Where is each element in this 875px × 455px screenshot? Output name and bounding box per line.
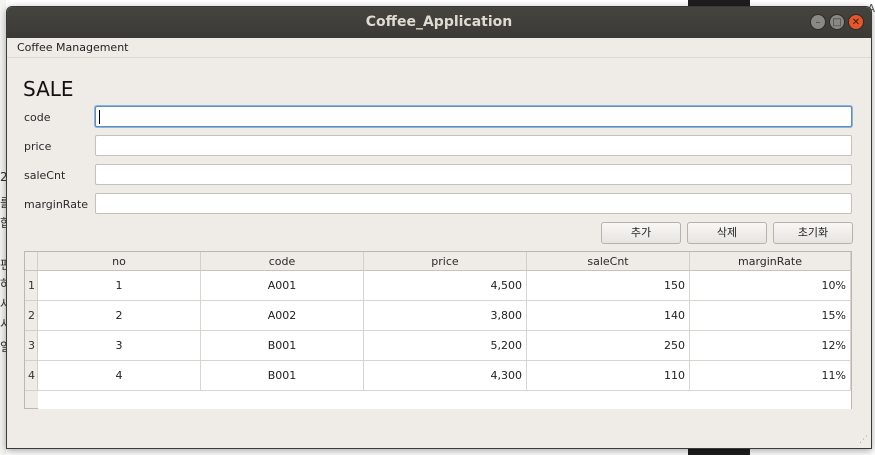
title-bar[interactable]: Coffee_Application – □ ✕	[7, 7, 871, 38]
table-corner[interactable]	[25, 252, 38, 271]
code-label: code	[24, 111, 51, 124]
app-window: Coffee_Application – □ ✕ Coffee Manageme…	[6, 6, 872, 449]
salecnt-field[interactable]	[95, 164, 852, 185]
table-cell-salecnt[interactable]: 250	[527, 331, 690, 361]
row-header[interactable]: 3	[25, 331, 38, 361]
add-button[interactable]: 추가	[601, 222, 681, 244]
resize-grip-icon[interactable]: ⋰	[859, 435, 868, 445]
marginrate-label: marginRate	[24, 198, 89, 211]
code-field[interactable]	[95, 106, 852, 127]
row-header[interactable]: 4	[25, 361, 38, 391]
table-cell-salecnt[interactable]: 150	[527, 271, 690, 301]
window-title: Coffee_Application	[365, 14, 513, 30]
minimize-button[interactable]: –	[810, 14, 826, 30]
delete-button[interactable]: 삭제	[687, 222, 767, 244]
column-header-salecnt[interactable]: saleCnt	[527, 252, 690, 271]
price-label: price	[24, 140, 52, 153]
table-cell-marginrate[interactable]: 10%	[690, 271, 851, 301]
table-cell-price[interactable]: 5,200	[364, 331, 527, 361]
table-cell-no[interactable]: 2	[38, 301, 201, 331]
salecnt-label: saleCnt	[24, 169, 66, 182]
table-cell-no[interactable]: 1	[38, 271, 201, 301]
table-cell-code[interactable]: A002	[201, 301, 364, 331]
sales-table: no code price saleCnt marginRate 1 1 A00…	[24, 251, 852, 409]
table-cell-code[interactable]: A001	[201, 271, 364, 301]
row-header[interactable]: 2	[25, 301, 38, 331]
table-cell-price[interactable]: 4,300	[364, 361, 527, 391]
menu-bar: Coffee Management	[7, 38, 871, 58]
column-header-no[interactable]: no	[38, 252, 201, 271]
close-button[interactable]: ✕	[848, 14, 864, 30]
menu-coffee-management[interactable]: Coffee Management	[17, 41, 128, 54]
table-cell-marginrate[interactable]: 12%	[690, 331, 851, 361]
table-cell-marginrate[interactable]: 11%	[690, 361, 851, 391]
table-cell-price[interactable]: 4,500	[364, 271, 527, 301]
column-header-code[interactable]: code	[201, 252, 364, 271]
column-header-marginrate[interactable]: marginRate	[690, 252, 851, 271]
table-cell-marginrate[interactable]: 15%	[690, 301, 851, 331]
table-cell-price[interactable]: 3,800	[364, 301, 527, 331]
table-cell-code[interactable]: B001	[201, 361, 364, 391]
maximize-button[interactable]: □	[829, 14, 845, 30]
column-header-price[interactable]: price	[364, 252, 527, 271]
marginrate-field[interactable]	[95, 193, 852, 214]
table-cell-no[interactable]: 3	[38, 331, 201, 361]
price-field[interactable]	[95, 135, 852, 156]
row-header[interactable]: 1	[25, 271, 38, 301]
page-title: SALE	[23, 77, 74, 101]
table-cell-no[interactable]: 4	[38, 361, 201, 391]
reset-button[interactable]: 초기화	[773, 222, 853, 244]
table-empty-area[interactable]	[38, 391, 851, 409]
table-cell-salecnt[interactable]: 110	[527, 361, 690, 391]
table-cell-salecnt[interactable]: 140	[527, 301, 690, 331]
text-caret	[99, 110, 100, 124]
table-cell-code[interactable]: B001	[201, 331, 364, 361]
